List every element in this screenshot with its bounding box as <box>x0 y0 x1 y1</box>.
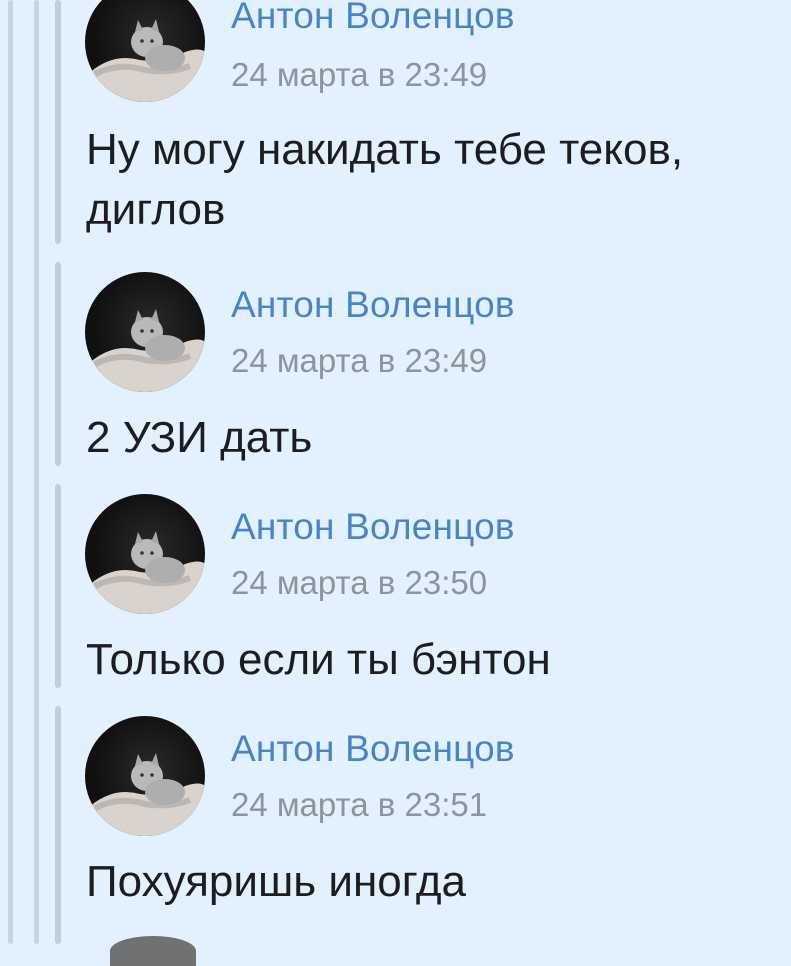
avatar[interactable] <box>85 716 205 836</box>
comment-item[interactable]: Антон Воленцов 24 марта в 23:51 Похуяриш… <box>0 706 791 944</box>
comment-item[interactable]: Антон Воленцов 24 марта в 23:49 Ну могу … <box>0 0 791 250</box>
comment-author[interactable]: Антон Воленцов <box>231 728 515 770</box>
comment-text: 2 УЗИ дать <box>86 413 313 462</box>
comment-author[interactable]: Антон Воленцов <box>231 506 515 548</box>
next-avatar[interactable] <box>110 936 196 966</box>
kitten-avatar-icon <box>85 309 205 392</box>
comment-time[interactable]: 24 марта в 23:51 <box>231 786 487 824</box>
kitten-avatar-icon <box>85 753 205 836</box>
kitten-avatar-icon <box>85 19 205 102</box>
comment-item[interactable]: Антон Воленцов 24 марта в 23:50 Только е… <box>0 484 791 694</box>
kitten-avatar-icon <box>85 531 205 614</box>
comment-time[interactable]: 24 марта в 23:49 <box>231 342 487 380</box>
comment-text: Похуяришь иногда <box>86 857 466 906</box>
avatar[interactable] <box>85 494 205 614</box>
comment-item[interactable]: Антон Воленцов 24 марта в 23:49 2 УЗИ да… <box>0 262 791 472</box>
comment-time[interactable]: 24 марта в 23:49 <box>231 56 487 94</box>
comment-time[interactable]: 24 марта в 23:50 <box>231 564 487 602</box>
comment-text: Ну могу накидать тебе теков, диглов <box>86 125 684 234</box>
avatar[interactable] <box>85 272 205 392</box>
comment-author[interactable]: Антон Воленцов <box>231 0 515 37</box>
avatar[interactable] <box>85 0 205 102</box>
comment-text: Только если ты бэнтон <box>86 635 551 684</box>
comment-author[interactable]: Антон Воленцов <box>231 284 515 326</box>
